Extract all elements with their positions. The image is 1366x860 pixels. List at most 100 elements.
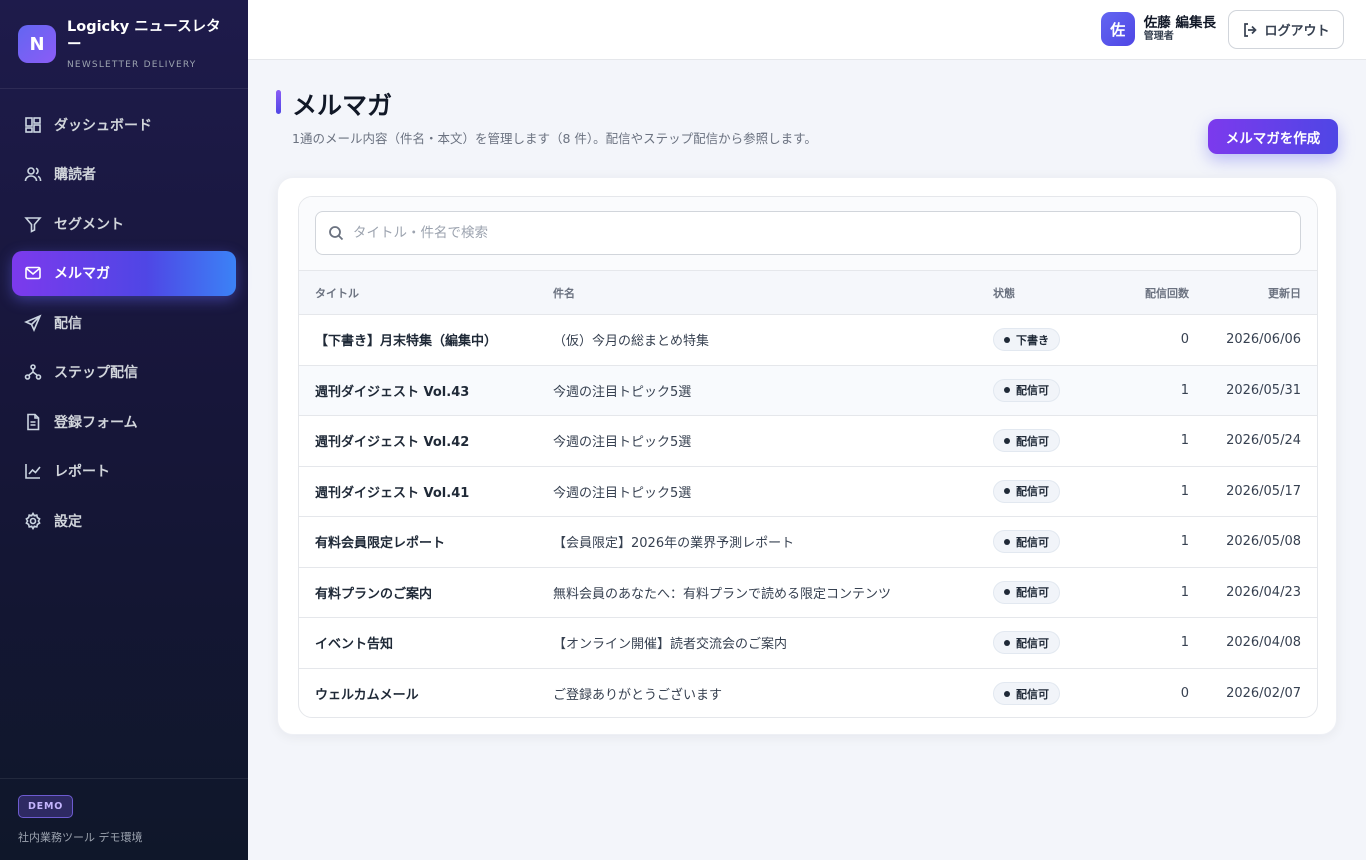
logout-icon <box>1244 22 1258 37</box>
row-send-count: 1 <box>1180 382 1189 398</box>
row-updated: 2026/05/31 <box>1226 382 1301 398</box>
row-subject: ご登録ありがとうございます <box>553 688 723 703</box>
logout-button[interactable]: ログアウト <box>1228 10 1344 49</box>
search-icon <box>329 226 344 241</box>
table-row[interactable]: イベント告知 【オンライン開催】読者交流会のご案内 配信可 1 2026/04/… <box>299 617 1317 669</box>
row-title: 週刊ダイジェスト Vol.41 <box>315 485 470 501</box>
brand-logo: N <box>18 25 56 63</box>
create-newsletter-button[interactable]: メルマガを作成 <box>1208 119 1338 154</box>
sidebar-item-label: レポート <box>54 464 110 480</box>
sidebar-item-subscribers[interactable]: 購読者 <box>12 152 236 197</box>
sidebar-item-dashboard[interactable]: ダッシュボード <box>12 102 236 147</box>
status-dot <box>1004 488 1010 495</box>
column-header-send-count[interactable]: 配信回数 <box>1093 271 1193 315</box>
gear-icon <box>25 511 41 530</box>
newsletter-table-container: タイトル 件名 状態 配信回数 更新日 【下書き】月末特集（編集中） （仮）今月… <box>298 196 1318 718</box>
status-label: 下書き <box>1016 333 1049 347</box>
sidebar-nav: ダッシュボード 購読者 セグメント メルマガ 配信 ステップ配信 登録フォーム <box>0 89 248 543</box>
table-row[interactable]: 有料プランのご案内 無料会員のあなたへ：有料プランで読める限定コンテンツ 配信可… <box>299 567 1317 618</box>
row-title: イベント告知 <box>315 637 394 653</box>
row-updated: 2026/06/06 <box>1226 332 1301 348</box>
status-label: 配信可 <box>1016 586 1049 600</box>
users-icon <box>24 167 42 182</box>
search-bar <box>299 197 1317 270</box>
row-title: 【下書き】月末特集（編集中） <box>315 334 498 350</box>
status-badge: 下書き <box>993 328 1060 352</box>
status-dot <box>1004 538 1010 545</box>
column-header-subject[interactable]: 件名 <box>553 271 993 315</box>
newsletter-list-card: タイトル 件名 状態 配信回数 更新日 【下書き】月末特集（編集中） （仮）今月… <box>277 177 1337 735</box>
row-updated: 2026/04/23 <box>1226 584 1301 600</box>
row-subject: 【オンライン開催】読者交流会のご案内 <box>553 637 788 653</box>
status-label: 配信可 <box>1016 485 1049 499</box>
status-dot <box>1004 437 1010 444</box>
sidebar-item-newsletters[interactable]: メルマガ <box>12 250 236 296</box>
status-label: 配信可 <box>1016 384 1049 398</box>
column-header-title[interactable]: タイトル <box>299 271 553 315</box>
sidebar-item-label: 配信 <box>54 315 82 332</box>
sidebar-item-signup-forms[interactable]: 登録フォーム <box>12 399 236 444</box>
send-icon <box>24 313 42 332</box>
user-role: 管理者 <box>1143 30 1174 42</box>
sidebar-item-label: 登録フォーム <box>54 414 138 431</box>
row-title: 週刊ダイジェスト Vol.42 <box>315 435 470 451</box>
row-subject: 今週の注目トピック5選 <box>553 384 692 400</box>
status-badge: 配信可 <box>993 530 1060 554</box>
page-title: メルマガ <box>292 91 393 120</box>
sidebar-item-label: セグメント <box>54 216 124 233</box>
status-dot <box>1004 336 1010 343</box>
status-badge: 配信可 <box>993 682 1060 705</box>
table-row[interactable]: 週刊ダイジェスト Vol.41 今週の注目トピック5選 配信可 1 2026/0… <box>299 466 1317 517</box>
status-badge: 配信可 <box>993 378 1060 402</box>
environment-note: 社内業務ツール デモ環境 <box>18 831 143 844</box>
table-row[interactable]: 有料会員限定レポート 【会員限定】2026年の業界予測レポート 配信可 1 20… <box>299 516 1317 568</box>
sidebar-item-label: ダッシュボード <box>54 117 152 134</box>
row-send-count: 1 <box>1180 534 1189 550</box>
sidebar: N Logicky ニュースレター NEWSLETTER DELIVERY ダッ… <box>0 0 248 860</box>
row-send-count: 1 <box>1180 584 1189 600</box>
sidebar-item-segments[interactable]: セグメント <box>12 201 236 246</box>
column-header-updated[interactable]: 更新日 <box>1193 271 1317 315</box>
row-send-count: 0 <box>1180 686 1189 701</box>
column-header-status[interactable]: 状態 <box>993 271 1093 315</box>
flow-icon <box>24 364 42 380</box>
brand[interactable]: N Logicky ニュースレター NEWSLETTER DELIVERY <box>0 0 248 89</box>
sidebar-item-reports[interactable]: レポート <box>12 449 236 494</box>
row-send-count: 1 <box>1180 635 1189 651</box>
row-title: 週刊ダイジェスト Vol.43 <box>315 384 470 400</box>
search-input[interactable] <box>353 225 1253 241</box>
table-row[interactable]: ウェルカムメール ご登録ありがとうございます 配信可 0 2026/02/07 <box>299 668 1317 717</box>
status-label: 配信可 <box>1016 687 1049 701</box>
title-accent-bar <box>276 90 281 114</box>
row-title: 有料プランのご案内 <box>315 586 433 602</box>
row-updated: 2026/05/17 <box>1226 483 1301 499</box>
form-icon <box>27 413 40 430</box>
newsletter-table: タイトル 件名 状態 配信回数 更新日 【下書き】月末特集（編集中） （仮）今月… <box>299 270 1317 717</box>
topbar: 佐 佐藤 編集長 管理者 ログアウト <box>248 0 1366 60</box>
demo-badge: DEMO <box>18 795 74 818</box>
row-title: ウェルカムメール <box>315 688 419 703</box>
table-row[interactable]: 【下書き】月末特集（編集中） （仮）今月の総まとめ特集 下書き 0 2026/0… <box>299 314 1317 366</box>
search-box[interactable] <box>315 211 1301 255</box>
row-send-count: 1 <box>1180 483 1189 499</box>
sidebar-item-delivery[interactable]: 配信 <box>12 300 236 345</box>
status-badge: 配信可 <box>993 479 1060 503</box>
status-dot <box>1004 690 1010 697</box>
status-badge: 配信可 <box>993 580 1060 604</box>
status-dot <box>1004 639 1010 646</box>
status-badge: 配信可 <box>993 631 1060 655</box>
sidebar-item-settings[interactable]: 設定 <box>12 498 236 543</box>
row-subject: 【会員限定】2026年の業界予測レポート <box>553 536 795 552</box>
sidebar-footer: DEMO 社内業務ツール デモ環境 <box>0 778 248 860</box>
dashboard-icon <box>25 116 41 133</box>
mail-icon <box>25 266 41 280</box>
table-row[interactable]: 週刊ダイジェスト Vol.43 今週の注目トピック5選 配信可 1 2026/0… <box>299 365 1317 416</box>
status-badge: 配信可 <box>993 429 1060 453</box>
sidebar-item-step-delivery[interactable]: ステップ配信 <box>12 350 236 395</box>
row-updated: 2026/04/08 <box>1226 635 1301 651</box>
row-subject: 今週の注目トピック5選 <box>553 485 692 501</box>
row-subject: 無料会員のあなたへ：有料プランで読める限定コンテンツ <box>553 586 892 602</box>
status-dot <box>1004 387 1010 394</box>
table-row[interactable]: 週刊ダイジェスト Vol.42 今週の注目トピック5選 配信可 1 2026/0… <box>299 415 1317 467</box>
avatar: 佐 <box>1100 12 1135 46</box>
